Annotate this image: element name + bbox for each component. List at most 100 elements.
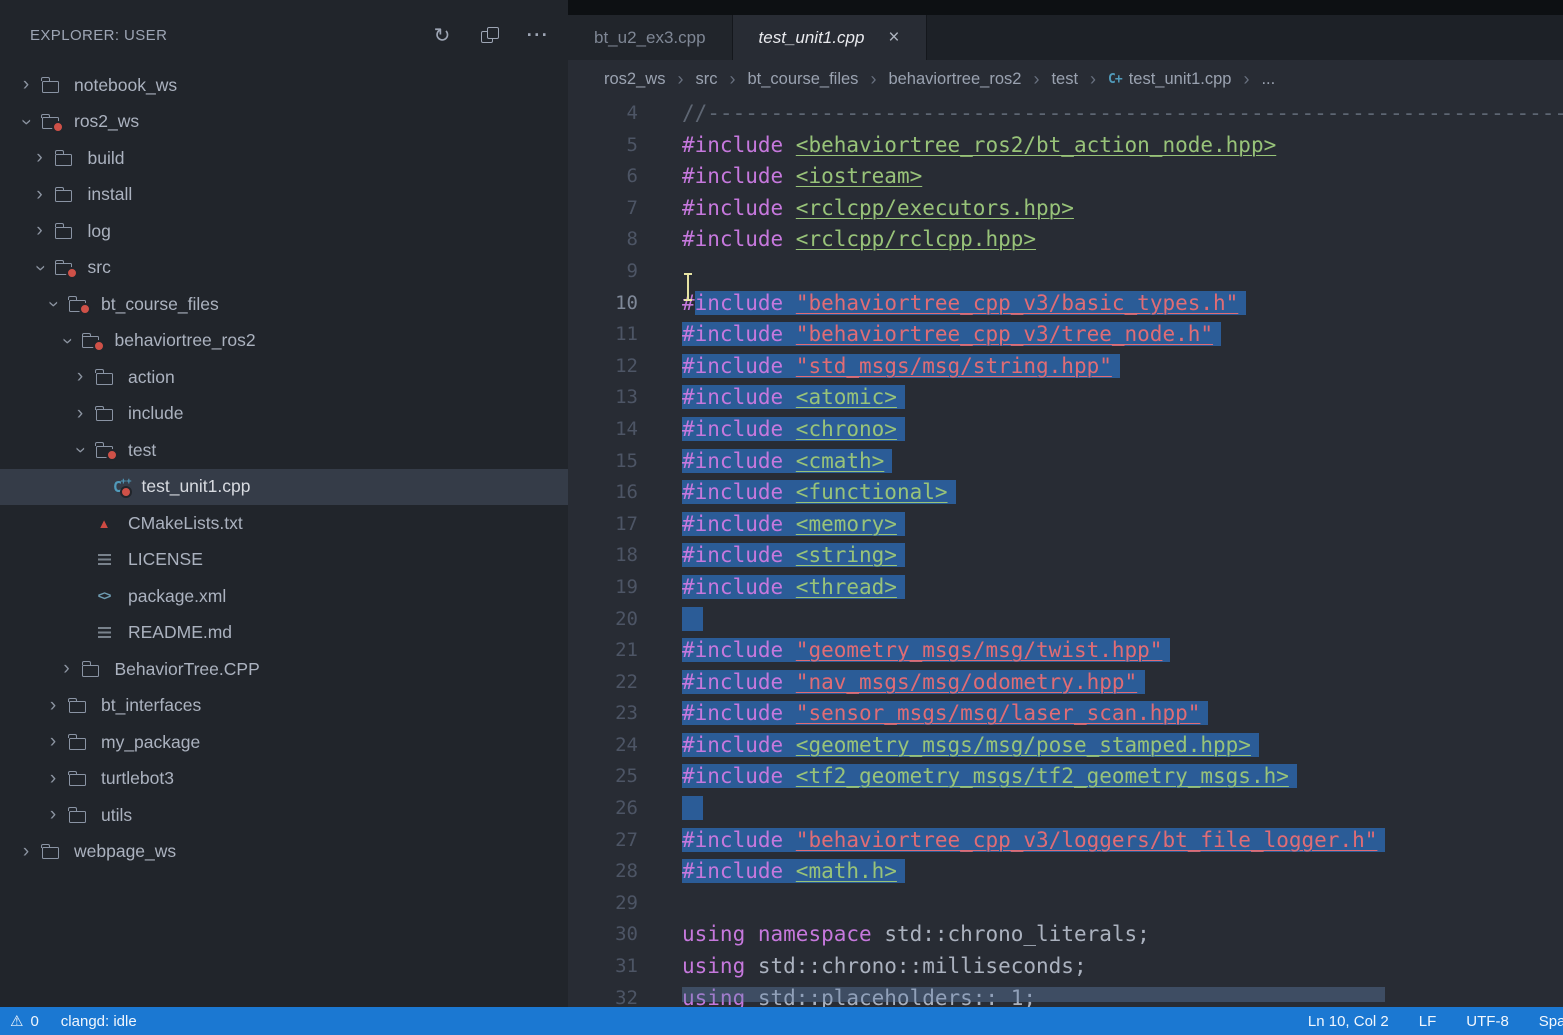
clangd-status[interactable]: clangd: idle [61, 1013, 137, 1030]
code-line-6[interactable]: 6#include <iostream> [568, 161, 1563, 193]
chevron-icon[interactable]: › [69, 438, 91, 462]
cursor-position[interactable]: Ln 10, Col 2 [1308, 1013, 1389, 1030]
refresh-icon[interactable] [432, 25, 452, 45]
tree-item-package-xml[interactable]: package.xml [0, 578, 568, 615]
tree-item-behaviortree-ros2[interactable]: ›behaviortree_ros2 [0, 323, 568, 360]
breadcrumb-item-test-unit1-cpp[interactable]: test_unit1.cpp [1108, 70, 1231, 89]
git-modified-dot [79, 303, 91, 315]
code-line-8[interactable]: 8#include <rclcpp/rclcpp.hpp> [568, 224, 1563, 256]
code-line-12[interactable]: 12#include "std_msgs/msg/string.hpp" [568, 351, 1563, 383]
chevron-icon[interactable]: › [41, 804, 65, 826]
tab-test-unit1-cpp[interactable]: test_unit1.cpp × [733, 15, 927, 60]
tab-bt-u2-ex3-cpp[interactable]: bt_u2_ex3.cpp [568, 15, 733, 60]
code-line-5[interactable]: 5#include <behaviortree_ros2/bt_action_n… [568, 130, 1563, 162]
tree-item-license[interactable]: LICENSE [0, 542, 568, 579]
code-area[interactable]: 4//-------------------------------------… [568, 98, 1563, 1007]
code-line-19[interactable]: 19#include <thread> [568, 572, 1563, 604]
chevron-icon[interactable]: › [28, 184, 52, 206]
close-icon[interactable]: × [888, 27, 899, 49]
chevron-icon[interactable]: › [42, 292, 64, 316]
code-token: std::chrono::milliseconds; [745, 954, 1086, 978]
breadcrumb-item-ros2-ws[interactable]: ros2_ws [604, 70, 665, 89]
code-line-14[interactable]: 14#include <chrono> [568, 414, 1563, 446]
code-line-15[interactable]: 15#include <cmath> [568, 446, 1563, 478]
code-line-4[interactable]: 4//-------------------------------------… [568, 98, 1563, 130]
code-line-18[interactable]: 18#include <string> [568, 540, 1563, 572]
code-line-9[interactable]: 9 [568, 256, 1563, 288]
line-number: 17 [568, 509, 638, 541]
code-line-28[interactable]: 28#include <math.h> [568, 856, 1563, 888]
code-line-26[interactable]: 26 [568, 793, 1563, 825]
code-line-13[interactable]: 13#include <atomic> [568, 382, 1563, 414]
code-line-11[interactable]: 11#include "behaviortree_cpp_v3/tree_nod… [568, 319, 1563, 351]
chevron-icon[interactable]: › [56, 329, 78, 353]
chevron-icon[interactable]: › [55, 658, 79, 680]
tree-item-readme-md[interactable]: README.md [0, 615, 568, 652]
code-token: #include [682, 575, 796, 599]
code-token: #include [682, 701, 796, 725]
breadcrumb-item-test[interactable]: test [1051, 70, 1078, 89]
folder-icon [79, 331, 103, 351]
code-line-27[interactable]: 27#include "behaviortree_cpp_v3/loggers/… [568, 825, 1563, 857]
tree-item-notebook-ws[interactable]: ›notebook_ws [0, 67, 568, 104]
code-line-16[interactable]: 16#include <functional> [568, 477, 1563, 509]
code-line-21[interactable]: 21 #include "geometry_msgs/msg/twist.hpp" [568, 635, 1563, 667]
code-line-25[interactable]: 25#include <tf2_geometry_msgs/tf2_geomet… [568, 761, 1563, 793]
chevron-icon[interactable]: › [14, 841, 38, 863]
breadcrumb-item-src[interactable]: src [695, 70, 717, 89]
line-content: #include "geometry_msgs/msg/twist.hpp" [682, 635, 1170, 667]
tree-item-utils[interactable]: ›utils [0, 797, 568, 834]
file-icon [92, 623, 116, 643]
vscode-window: EXPLORER: USER ›notebook_ws›ros2_ws›buil… [0, 0, 1563, 1035]
tree-item-behaviortree-cpp[interactable]: ›BehaviorTree.CPP [0, 651, 568, 688]
line-number: 21 [568, 635, 638, 667]
chevron-icon[interactable]: › [41, 695, 65, 717]
breadcrumb-label: bt_course_files [747, 70, 858, 89]
code-line-20[interactable]: 20 [568, 604, 1563, 636]
breadcrumb-item-more[interactable]: ... [1261, 70, 1275, 89]
chevron-icon[interactable]: › [68, 403, 92, 425]
tree-item-bt-course-files[interactable]: ›bt_course_files [0, 286, 568, 323]
tree-item-my-package[interactable]: ›my_package [0, 724, 568, 761]
tree-item-test[interactable]: ›test [0, 432, 568, 469]
tree-item-cmakelists-txt[interactable]: CMakeLists.txt [0, 505, 568, 542]
tree-item-ros2-ws[interactable]: ›ros2_ws [0, 104, 568, 141]
breadcrumb-item-bt-course-files[interactable]: bt_course_files [747, 70, 858, 89]
tab-label: test_unit1.cpp [759, 28, 865, 48]
tree-item-action[interactable]: ›action [0, 359, 568, 396]
encoding-indicator[interactable]: UTF-8 [1466, 1013, 1509, 1030]
chevron-icon[interactable]: › [41, 731, 65, 753]
code-line-24[interactable]: 24#include <geometry_msgs/msg/pose_stamp… [568, 730, 1563, 762]
chevron-icon[interactable]: › [29, 256, 51, 280]
problems-indicator[interactable]: ⚠ 0 [10, 1012, 39, 1030]
tree-item-install[interactable]: ›install [0, 177, 568, 214]
collapse-folders-icon[interactable] [480, 25, 500, 45]
code-line-17[interactable]: 17#include <memory> [568, 509, 1563, 541]
code-line-29[interactable]: 29 [568, 888, 1563, 920]
tree-item-bt-interfaces[interactable]: ›bt_interfaces [0, 688, 568, 725]
tree-item-build[interactable]: ›build [0, 140, 568, 177]
chevron-icon[interactable]: › [41, 768, 65, 790]
tree-item-test-unit1-cpp[interactable]: test_unit1.cpp [0, 469, 568, 506]
code-line-23[interactable]: 23#include "sensor_msgs/msg/laser_scan.h… [568, 698, 1563, 730]
chevron-icon[interactable]: › [28, 147, 52, 169]
code-line-31[interactable]: 31using std::chrono::milliseconds; [568, 951, 1563, 983]
chevron-icon[interactable]: › [68, 366, 92, 388]
chevron-icon[interactable]: › [28, 220, 52, 242]
code-line-30[interactable]: 30using namespace std::chrono_literals; [568, 919, 1563, 951]
chevron-icon[interactable]: › [15, 110, 37, 134]
tree-item-webpage-ws[interactable]: ›webpage_ws [0, 834, 568, 871]
horizontal-scrollbar[interactable] [682, 987, 1385, 1002]
chevron-icon[interactable]: › [14, 74, 38, 96]
code-line-22[interactable]: 22#include "nav_msgs/msg/odometry.hpp" [568, 667, 1563, 699]
tree-item-log[interactable]: ›log [0, 213, 568, 250]
code-line-7[interactable]: 7#include <rclcpp/executors.hpp> [568, 193, 1563, 225]
tree-item-include[interactable]: ›include [0, 396, 568, 433]
code-line-10[interactable]: 10#include "behaviortree_cpp_v3/basic_ty… [568, 288, 1563, 320]
tree-item-src[interactable]: ›src [0, 250, 568, 287]
more-actions-icon[interactable] [528, 25, 548, 45]
eol-indicator[interactable]: LF [1419, 1013, 1437, 1030]
breadcrumb-item-behaviortree-ros2[interactable]: behaviortree_ros2 [888, 70, 1021, 89]
tree-item-turtlebot3[interactable]: ›turtlebot3 [0, 761, 568, 798]
indentation-indicator[interactable]: Spac [1539, 1013, 1563, 1030]
